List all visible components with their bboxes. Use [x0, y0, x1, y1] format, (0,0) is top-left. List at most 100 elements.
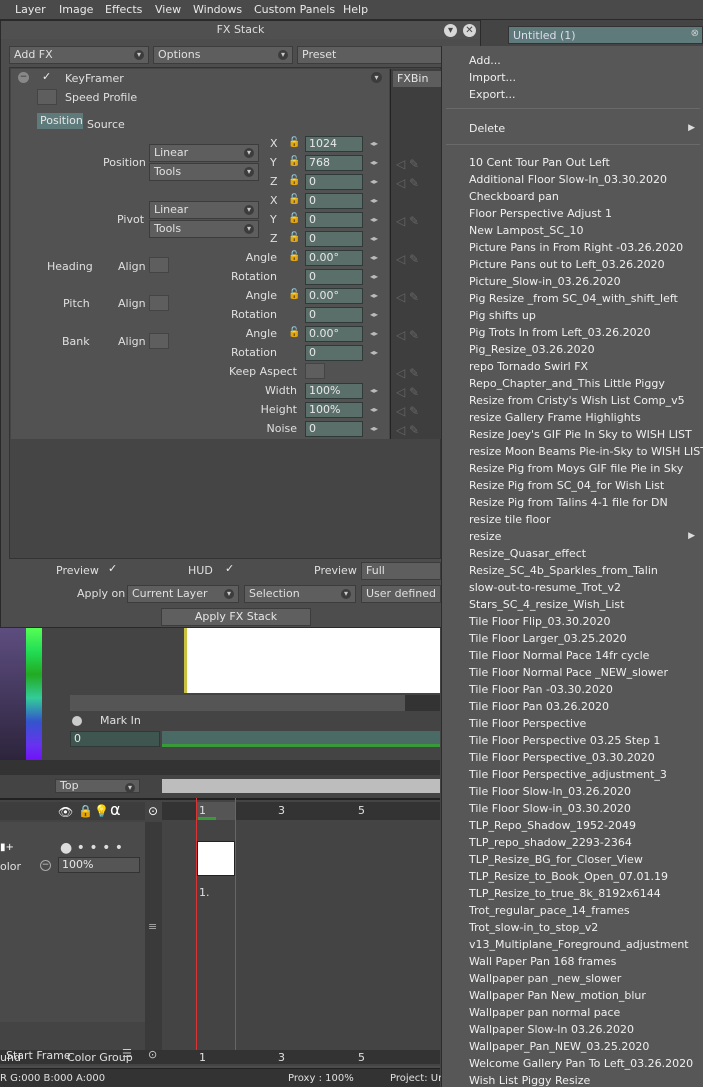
menu-item-preset[interactable]: Resize from Cristy's Wish List Comp_v5 [469, 394, 685, 407]
preview-mode-dropdown[interactable]: Full [361, 562, 441, 580]
menu-item-preset[interactable]: Wallpaper pan normal pace [469, 1006, 620, 1019]
piv-z-field[interactable]: 0 [305, 231, 363, 247]
menu-item-preset[interactable]: Resize Pig from Talins 4-1 file for DN [469, 496, 668, 509]
close-panel-icon[interactable]: ✕ [463, 24, 476, 37]
menu-item-preset[interactable]: Checkboard pan [469, 190, 559, 203]
menu-item-preset[interactable]: 10 Cent Tour Pan Out Left [469, 156, 610, 169]
pos-y-stepper[interactable]: ◂▸ [370, 158, 378, 167]
hud-checkmark[interactable]: ✓ [225, 562, 234, 575]
menu-item-preset[interactable]: Tile Floor Normal Pace 14fr cycle [469, 649, 649, 662]
keyframer-menu-icon[interactable]: ▾ [371, 72, 382, 83]
menu-item-preset[interactable]: Tile Floor Slow-In_03.26.2020 [469, 785, 631, 798]
menu-item-preset[interactable]: resize tile floor [469, 513, 550, 526]
stamp-icon[interactable]: ▮+ [0, 842, 14, 853]
height-stepper[interactable]: ◂▸ [370, 405, 378, 414]
menu-item-preset[interactable]: Resize_SC_4b_Sparkles_from_Talin [469, 564, 658, 577]
menu-item-preset[interactable]: Wall Paper Pan 168 frames [469, 955, 616, 968]
piv-x-field[interactable]: 0 [305, 193, 363, 209]
bank-rotation-stepper[interactable]: ◂▸ [370, 348, 378, 357]
playhead[interactable] [196, 798, 236, 1064]
user-defined-dropdown[interactable]: User defined [361, 585, 441, 603]
menu-item-preset[interactable]: Tile Floor Perspective 03.25 Step 1 [469, 734, 660, 747]
selection-dropdown[interactable]: Selection ▾ [244, 585, 356, 603]
clock-icon[interactable]: ⊙ [148, 804, 158, 818]
piv-z-stepper[interactable]: ◂▸ [370, 234, 378, 243]
menu-image[interactable]: Image [59, 3, 93, 16]
mark-in-field[interactable]: 0 [70, 731, 160, 747]
lock-icon[interactable]: 🔓 [288, 251, 300, 263]
menu-item-add[interactable]: Add... [469, 54, 501, 67]
menu-item-preset[interactable]: Tile Floor Pan 03.26.2020 [469, 700, 609, 713]
opacity-field[interactable]: 100% [58, 857, 140, 873]
pivot-tools-dropdown[interactable]: Tools ▾ [149, 220, 259, 238]
dots-row[interactable]: ● • • • • [60, 840, 123, 856]
apply-fx-stack-button[interactable]: Apply FX Stack [161, 608, 311, 626]
menu-item-preset[interactable]: TLP_Resize_BG_for_Closer_View [469, 853, 643, 866]
preview-checkmark[interactable]: ✓ [108, 562, 117, 575]
position-interp-dropdown[interactable]: Linear ▾ [149, 144, 259, 162]
menu-item-preset[interactable]: Tile Floor Slow-in_03.30.2020 [469, 802, 631, 815]
bank-angle-stepper[interactable]: ◂▸ [370, 329, 378, 338]
menu-item-preset[interactable]: New Lampost_SC_10 [469, 224, 584, 237]
menu-item-preset[interactable]: repo Tornado Swirl FX [469, 360, 588, 373]
menu-item-preset[interactable]: Wallpaper Pan New_motion_blur [469, 989, 646, 1002]
menu-item-preset[interactable]: resize Moon Beams Pie-in-Sky to WISH LIS… [469, 445, 703, 458]
menu-item-preset[interactable]: Tile Floor Perspective_03.30.2020 [469, 751, 655, 764]
light-icon[interactable]: 💡 [94, 804, 109, 818]
menu-item-preset[interactable]: v13_Multiplane_Foreground_adjustment [469, 938, 689, 951]
menu-item-preset[interactable]: Wallpaper Slow-In 03.26.2020 [469, 1023, 634, 1036]
pivot-interp-dropdown[interactable]: Linear ▾ [149, 201, 259, 219]
alpha-icon[interactable]: α [110, 800, 121, 819]
width-stepper[interactable]: ◂▸ [370, 386, 378, 395]
fxbin-dropdown[interactable]: FXBin [393, 71, 441, 87]
menu-item-preset[interactable]: Floor Perspective Adjust 1 [469, 207, 612, 220]
menu-item-preset[interactable]: TLP_repo_shadow_2293-2364 [469, 836, 632, 849]
document-tab[interactable]: Untitled (1) ⊗ [508, 26, 703, 44]
mark-in-icon[interactable] [72, 716, 82, 726]
pitch-rotation-field[interactable]: 0 [305, 307, 363, 323]
menu-item-preset[interactable]: Pig_Resize_03.26.2020 [469, 343, 595, 356]
eye-icon[interactable]: 👁 [58, 805, 73, 819]
top-view-dropdown[interactable]: Top ▾ [55, 779, 140, 793]
bank-angle-field[interactable]: 0.00° [305, 326, 363, 342]
menu-item-preset[interactable]: Trot_regular_pace_14_frames [469, 904, 630, 917]
heading-align-checkbox[interactable] [149, 257, 169, 273]
speed-profile-checkbox[interactable] [37, 89, 57, 105]
keyframer-enabled-checkmark[interactable]: ✓ [42, 70, 51, 83]
color-picker-gradient[interactable] [0, 628, 26, 768]
close-tab-icon[interactable]: ⊗ [691, 28, 699, 39]
timer-icon[interactable]: ⊙ [148, 1048, 157, 1061]
menu-item-preset[interactable]: TLP_Resize_to_true_8k_8192x6144 [469, 887, 661, 900]
menu-item-preset[interactable]: Resize Pig from Moys GIF file Pie in Sky [469, 462, 683, 475]
menu-item-preset[interactable]: Pig Trots In from Left_03.26.2020 [469, 326, 651, 339]
pos-x-stepper[interactable]: ◂▸ [370, 139, 378, 148]
bank-align-checkbox[interactable] [149, 333, 169, 349]
menu-layer[interactable]: Layer [15, 3, 46, 16]
lock-icon[interactable]: 🔓 [288, 137, 300, 149]
add-fx-dropdown[interactable]: Add FX ▾ [9, 46, 149, 64]
menu-item-preset[interactable]: Picture Pans in From Right -03.26.2020 [469, 241, 683, 254]
scroll-grip[interactable]: ≡ [148, 920, 157, 933]
menu-help[interactable]: Help [343, 3, 368, 16]
menu-effects[interactable]: Effects [105, 3, 142, 16]
menu-item-preset[interactable]: Wish List Piggy Resize [469, 1074, 590, 1087]
options-dropdown[interactable]: Options ▾ [153, 46, 293, 64]
minus-icon[interactable]: − [40, 860, 51, 871]
menu-item-preset[interactable]: Wallpaper pan _new_slower [469, 972, 621, 985]
menu-item-preset[interactable]: Tile Floor Larger_03.25.2020 [469, 632, 627, 645]
current-layer-dropdown[interactable]: Current Layer ▾ [127, 585, 239, 603]
menu-item-preset[interactable]: Resize Joey's GIF Pie In Sky to WISH LIS… [469, 428, 692, 441]
menu-item-preset[interactable]: Picture_Slow-in_03.26.2020 [469, 275, 621, 288]
pos-z-field[interactable]: 0 [305, 174, 363, 190]
lock-icon[interactable]: 🔓 [288, 213, 300, 225]
position-tools-dropdown[interactable]: Tools ▾ [149, 163, 259, 181]
heading-rotation-field[interactable]: 0 [305, 269, 363, 285]
menu-item-preset[interactable]: Picture Pans out to Left_03.26.2020 [469, 258, 665, 271]
lock-icon[interactable]: 🔓 [288, 327, 300, 339]
menu-item-preset[interactable]: Tile Floor Pan -03.30.2020 [469, 683, 613, 696]
menu-item-preset[interactable]: Tile Floor Perspective_adjustment_3 [469, 768, 667, 781]
preset-dropdown[interactable]: Preset [297, 46, 442, 64]
collapse-keyframer-icon[interactable]: − [18, 72, 29, 83]
pitch-angle-stepper[interactable]: ◂▸ [370, 291, 378, 300]
hue-slider[interactable] [26, 628, 42, 768]
